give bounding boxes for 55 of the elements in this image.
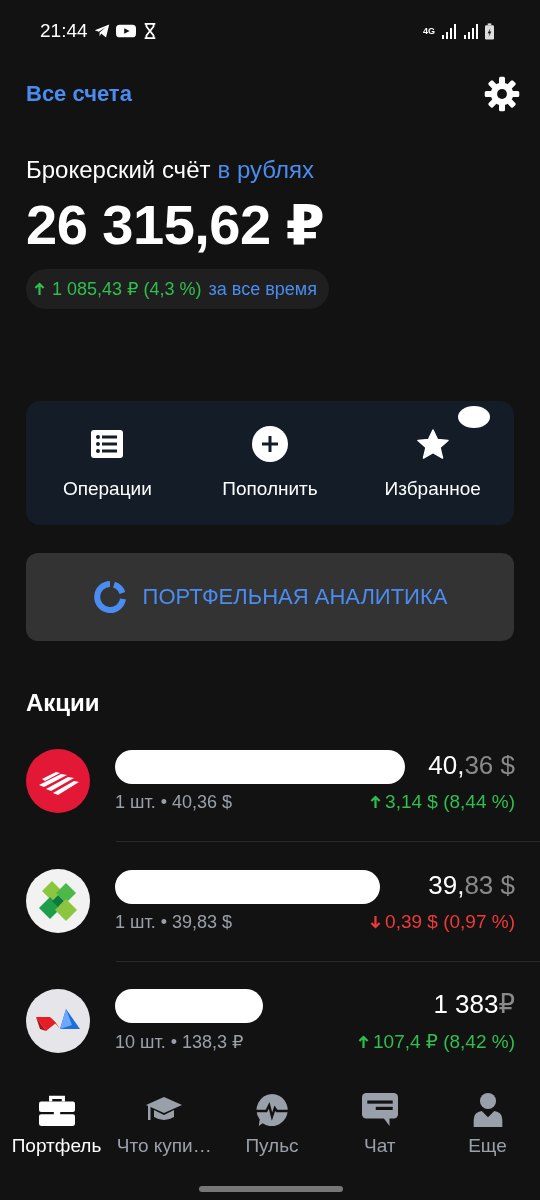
quantity-text: 1 шт. • 40,36 $ — [115, 791, 234, 813]
stock-row[interactable]: 1 шт. • 39,83 $ 39,83 $ 0,39 $ (0,97 %) — [26, 841, 540, 961]
status-time: 21:44 — [40, 20, 88, 42]
battery-icon — [485, 22, 494, 40]
ring-chart-icon — [92, 580, 127, 614]
play-icon — [115, 23, 136, 39]
nav-tab[interactable]: Портфель — [4, 1093, 109, 1157]
account-title: Брокерский счёт — [26, 156, 211, 184]
settings-icon — [484, 76, 520, 112]
plus-icon — [252, 426, 288, 462]
network-label: 4G — [423, 26, 435, 36]
change-text: 0,39 $ (0,97 %) — [385, 910, 515, 933]
price-main: 40, — [428, 749, 465, 781]
pulse-icon — [254, 1093, 290, 1127]
section-title: Акции — [26, 689, 101, 717]
nav-tab[interactable]: Еще — [435, 1093, 540, 1157]
action-button[interactable]: Пополнить — [188, 401, 352, 525]
chat-icon — [361, 1093, 398, 1127]
settings-button[interactable] — [484, 76, 520, 112]
price-main: 1 383 — [433, 989, 499, 1020]
change-text: 107,4 ₽ (8,42 %) — [373, 1030, 515, 1053]
signal-icon — [441, 23, 457, 39]
change-text: 3,14 $ (8,44 %) — [385, 790, 515, 813]
change-amount: 1 085,43 ₽ (4,3 %) — [52, 278, 202, 300]
company-logo — [26, 749, 90, 813]
signal-icon — [463, 23, 479, 39]
quantity-text: 1 шт. • 39,83 $ — [115, 911, 234, 933]
company-logo — [26, 989, 90, 1053]
company-logo — [26, 869, 90, 933]
nav-tab[interactable]: Что купи… — [111, 1093, 217, 1157]
price-main: 39, — [428, 869, 465, 901]
briefcase-icon — [38, 1093, 75, 1127]
price-fraction: 36 $ — [464, 749, 515, 781]
nav-tab[interactable]: Пульс — [219, 1093, 325, 1157]
arrow-up-icon — [358, 1033, 369, 1050]
quantity-text: 10 шт. • 138,3 ₽ — [115, 1031, 245, 1053]
action-button[interactable]: Операции — [26, 401, 189, 525]
arrow-up-icon — [34, 281, 45, 297]
list-icon — [91, 430, 124, 458]
period-label: за все время — [208, 278, 317, 300]
price-fraction: 83 $ — [464, 869, 515, 901]
price-fraction: ₽ — [498, 989, 515, 1020]
paper-plane-icon — [93, 23, 110, 39]
star-icon — [416, 429, 449, 459]
balance-amount: 26 315,62 ₽ — [26, 192, 326, 257]
accounts-link[interactable]: Все счета — [26, 81, 132, 107]
stock-row[interactable]: 1 шт. • 40,36 $ 40,36 $ 3,14 $ (8,44 %) — [26, 721, 540, 841]
analytics-button[interactable]: ПОРТФЕЛЬНАЯ АНАЛИТИКА — [26, 553, 514, 641]
arrow-down-icon — [370, 913, 382, 930]
arrow-up-icon — [370, 793, 382, 810]
action-button[interactable]: Избранное — [351, 401, 514, 525]
change-chip[interactable]: 1 085,43 ₽ (4,3 %) за все время — [26, 269, 329, 309]
nav-tab[interactable]: Чат — [327, 1093, 433, 1157]
currency-link[interactable]: в рублях — [217, 156, 314, 184]
stock-row[interactable]: 10 шт. • 138,3 ₽ 1 383₽ 107,4 ₽ (8,42 %) — [26, 961, 540, 1081]
